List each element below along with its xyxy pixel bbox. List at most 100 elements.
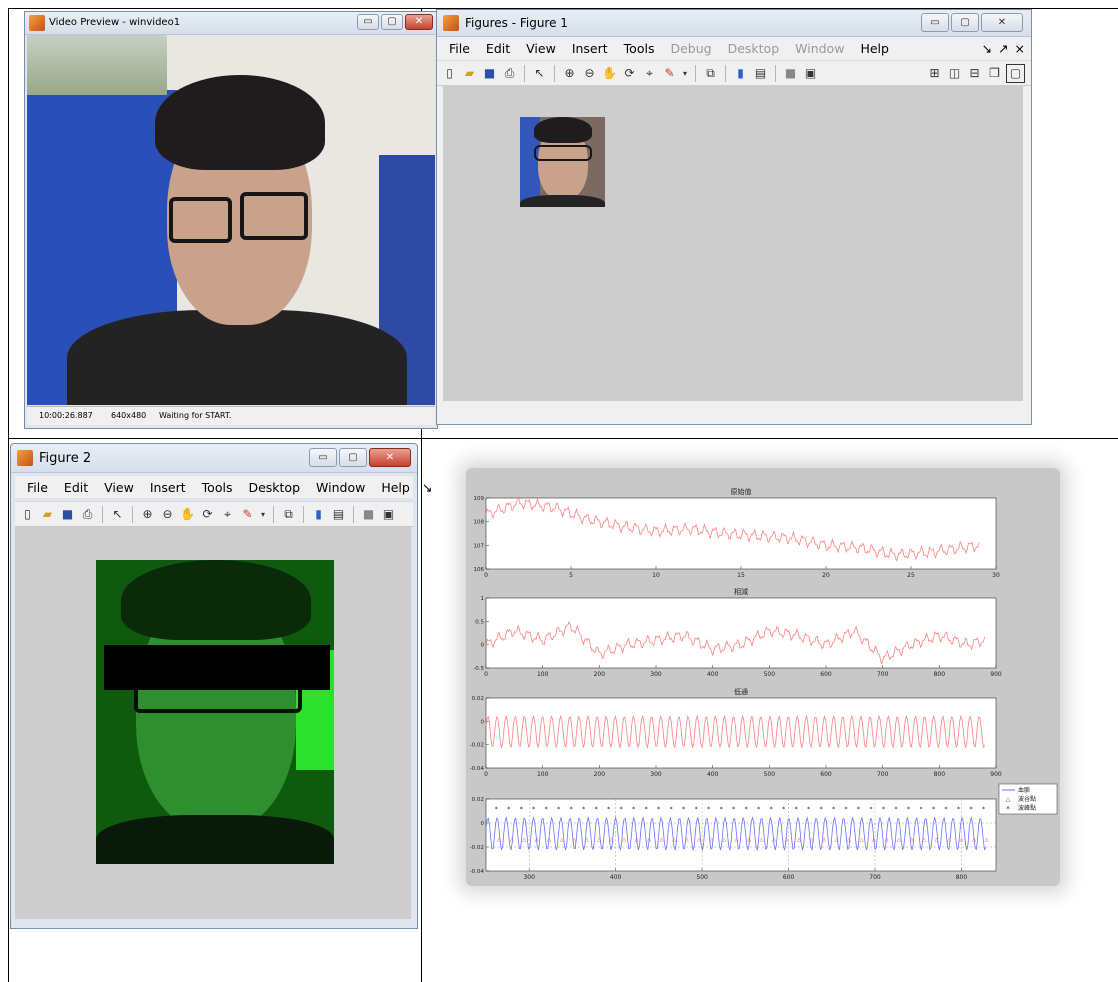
- x-tick-label: 500: [696, 874, 708, 881]
- x-tick-label: 700: [877, 671, 889, 678]
- minimize-button[interactable]: ▭: [309, 448, 337, 467]
- x-tick-label: 900: [990, 671, 1002, 678]
- figure1-titlebar[interactable]: Figures - Figure 1 ▭ ▢ ✕: [437, 10, 1031, 37]
- dock-button[interactable]: ↗: [995, 41, 1011, 56]
- colorbar-icon[interactable]: ▮: [732, 65, 749, 82]
- float-icon[interactable]: ❐: [986, 65, 1003, 82]
- hide-plot-tools-icon[interactable]: ■: [360, 506, 377, 523]
- window-title: Figure 2: [39, 451, 92, 466]
- menu-edit[interactable]: Edit: [56, 480, 96, 495]
- x-tick-label: 15: [737, 572, 745, 579]
- trough-marker: △: [572, 837, 576, 843]
- minimize-button[interactable]: ▭: [921, 13, 949, 32]
- close-button[interactable]: ✕: [981, 13, 1023, 32]
- trough-marker: △: [847, 837, 851, 843]
- signal-plots: 原始值0 5 10 15 20 25 30109108107106相減0 100 200 300 4…: [470, 487, 1058, 881]
- peak-marker: *: [807, 806, 810, 813]
- show-plot-tools-icon[interactable]: ▣: [802, 65, 819, 82]
- close-button[interactable]: ✕: [369, 448, 411, 467]
- menu-window[interactable]: Window: [308, 480, 373, 495]
- data-cursor-icon[interactable]: ⌖: [641, 65, 658, 82]
- peak-marker: *: [870, 806, 873, 813]
- y-tick-label: 0.02: [472, 696, 484, 702]
- menu-view[interactable]: View: [518, 41, 564, 56]
- close-button[interactable]: ✕: [405, 14, 433, 30]
- save-icon[interactable]: ■: [59, 506, 76, 523]
- zoom-in-icon[interactable]: ⊕: [561, 65, 578, 82]
- legend-icon[interactable]: ▤: [752, 65, 769, 82]
- maximize-icon[interactable]: ▢: [1006, 63, 1025, 83]
- zoom-out-icon[interactable]: ⊖: [581, 65, 598, 82]
- peak-marker: *: [770, 806, 773, 813]
- undock-button[interactable]: ↘: [418, 480, 436, 495]
- rotate-icon[interactable]: ⟳: [199, 506, 216, 523]
- menu-insert[interactable]: Insert: [564, 41, 616, 56]
- menu-tools[interactable]: Tools: [616, 41, 663, 56]
- x-tick-label: 100: [537, 671, 549, 678]
- rotate-icon[interactable]: ⟳: [621, 65, 638, 82]
- maximize-button[interactable]: ▢: [339, 448, 367, 467]
- zoom-in-icon[interactable]: ⊕: [139, 506, 156, 523]
- new-file-icon[interactable]: ▯: [19, 506, 36, 523]
- data-cursor-icon[interactable]: ⌖: [219, 506, 236, 523]
- menu-file[interactable]: File: [19, 480, 56, 495]
- brush-dropdown-icon[interactable]: ▾: [259, 506, 267, 523]
- colorbar-icon[interactable]: ▮: [310, 506, 327, 523]
- brush-dropdown-icon[interactable]: ▾: [681, 65, 689, 82]
- menu-debug[interactable]: Debug: [662, 41, 719, 56]
- link-plot-icon[interactable]: ⧉: [280, 506, 297, 523]
- menu-file[interactable]: File: [441, 41, 478, 56]
- close-figure-button[interactable]: ×: [1012, 41, 1031, 56]
- menu-help[interactable]: Help: [852, 41, 897, 56]
- maximize-button[interactable]: ▢: [381, 14, 403, 30]
- legend-label-3: 波峰點: [1018, 804, 1036, 812]
- menu-desktop[interactable]: Desktop: [720, 41, 788, 56]
- status-time: 10:00:26.887: [39, 411, 93, 420]
- camera-feed: [27, 35, 435, 405]
- open-folder-icon[interactable]: ▰: [39, 506, 56, 523]
- maximize-button[interactable]: ▢: [951, 13, 979, 32]
- menu-help[interactable]: Help: [373, 480, 418, 495]
- zoom-out-icon[interactable]: ⊖: [159, 506, 176, 523]
- left-right-icon[interactable]: ◫: [946, 65, 963, 82]
- pan-icon[interactable]: ✋: [179, 506, 196, 523]
- figure2-titlebar[interactable]: Figure 2 ▭ ▢ ✕: [11, 444, 417, 473]
- x-tick-label: 25: [907, 572, 915, 579]
- menu-desktop[interactable]: Desktop: [240, 480, 308, 495]
- print-icon[interactable]: ⎙: [501, 65, 518, 82]
- pointer-icon[interactable]: ↖: [531, 65, 548, 82]
- menu-insert[interactable]: Insert: [142, 480, 194, 495]
- undock-button[interactable]: ↘: [979, 41, 995, 56]
- peak-marker: *: [532, 806, 535, 813]
- link-plot-icon[interactable]: ⧉: [702, 65, 719, 82]
- trough-marker: △: [972, 837, 976, 843]
- minimize-button[interactable]: ▭: [357, 14, 379, 30]
- print-icon[interactable]: ⎙: [79, 506, 96, 523]
- status-bar: 10:00:26.887 640x480 Waiting for START.: [27, 406, 435, 425]
- green-shirt: [96, 815, 334, 864]
- peak-marker: *: [607, 806, 610, 813]
- save-icon[interactable]: ■: [481, 65, 498, 82]
- open-folder-icon[interactable]: ▰: [461, 65, 478, 82]
- brush-icon[interactable]: ✎: [239, 506, 256, 523]
- top-bottom-icon[interactable]: ⊟: [966, 65, 983, 82]
- menu-tools[interactable]: Tools: [194, 480, 241, 495]
- peak-marker: *: [832, 806, 835, 813]
- legend-trough-swatch: △: [1006, 796, 1011, 803]
- new-file-icon[interactable]: ▯: [441, 65, 458, 82]
- menu-edit[interactable]: Edit: [478, 41, 518, 56]
- legend-icon[interactable]: ▤: [330, 506, 347, 523]
- tile-icon[interactable]: ⊞: [926, 65, 943, 82]
- menu-window[interactable]: Window: [787, 41, 852, 56]
- video-preview-titlebar[interactable]: Video Preview - winvideo1 ▭ ▢ ✕: [25, 12, 437, 35]
- plot-title-2: 相減: [734, 587, 748, 596]
- show-plot-tools-icon[interactable]: ▣: [380, 506, 397, 523]
- menu-view[interactable]: View: [96, 480, 142, 495]
- peak-marker: *: [782, 806, 785, 813]
- pan-icon[interactable]: ✋: [601, 65, 618, 82]
- trough-marker: △: [797, 837, 801, 843]
- brush-icon[interactable]: ✎: [661, 65, 678, 82]
- peak-marker: *: [945, 806, 948, 813]
- hide-plot-tools-icon[interactable]: ■: [782, 65, 799, 82]
- pointer-icon[interactable]: ↖: [109, 506, 126, 523]
